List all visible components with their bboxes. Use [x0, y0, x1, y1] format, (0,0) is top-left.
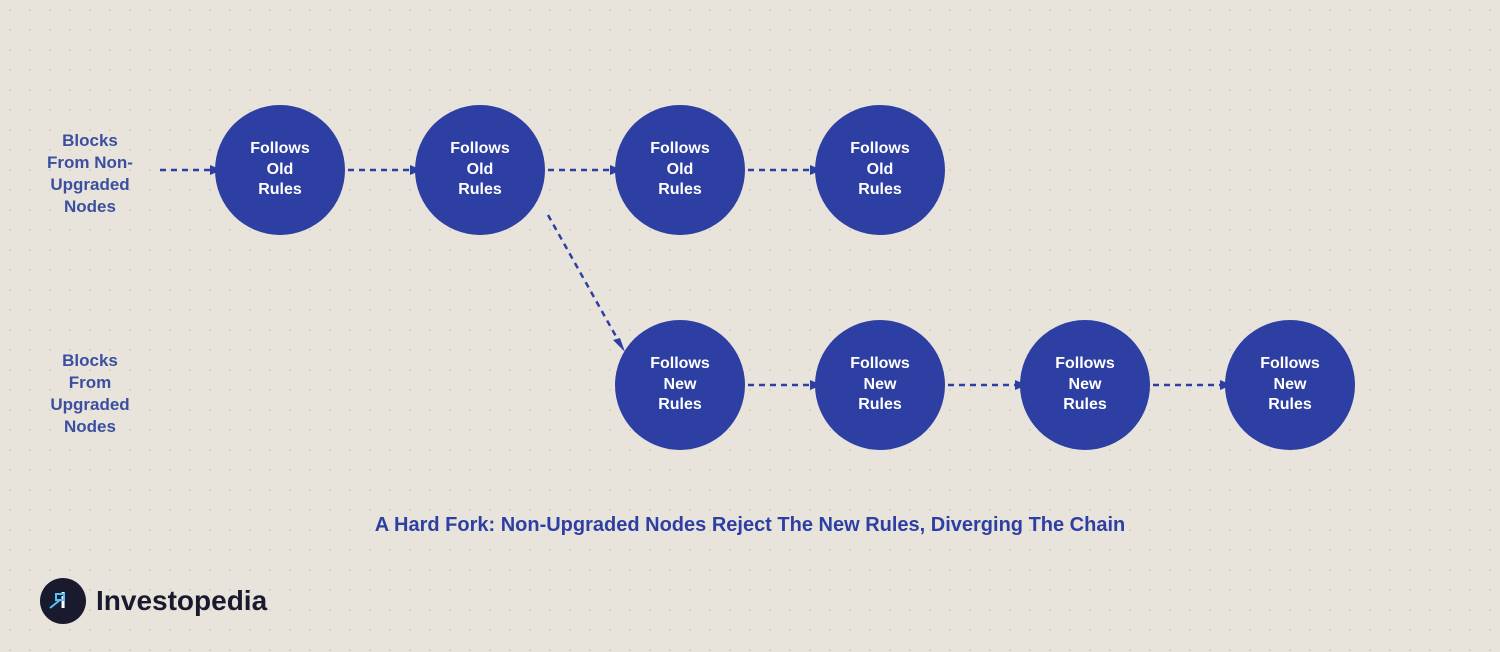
- caption: A Hard Fork: Non-Upgraded Nodes Reject T…: [0, 514, 1500, 537]
- circle-old-2: FollowsOldRules: [415, 105, 545, 235]
- brand: i Investopedia: [40, 578, 267, 624]
- circle-old-3: FollowsOldRules: [615, 105, 745, 235]
- circle-new-1: FollowsNewRules: [615, 320, 745, 450]
- circle-new-3: FollowsNewRules: [1020, 320, 1150, 450]
- investopedia-logo: i: [40, 578, 86, 624]
- circle-new-2: FollowsNewRules: [815, 320, 945, 450]
- circle-old-1: FollowsOldRules: [215, 105, 345, 235]
- label-upgraded: BlocksFromUpgradedNodes: [30, 350, 150, 438]
- circle-new-4: FollowsNewRules: [1225, 320, 1355, 450]
- brand-name: Investopedia: [96, 585, 267, 617]
- circle-old-4: FollowsOldRules: [815, 105, 945, 235]
- label-non-upgraded: BlocksFrom Non-UpgradedNodes: [30, 130, 150, 218]
- arrows-svg: [0, 50, 1500, 530]
